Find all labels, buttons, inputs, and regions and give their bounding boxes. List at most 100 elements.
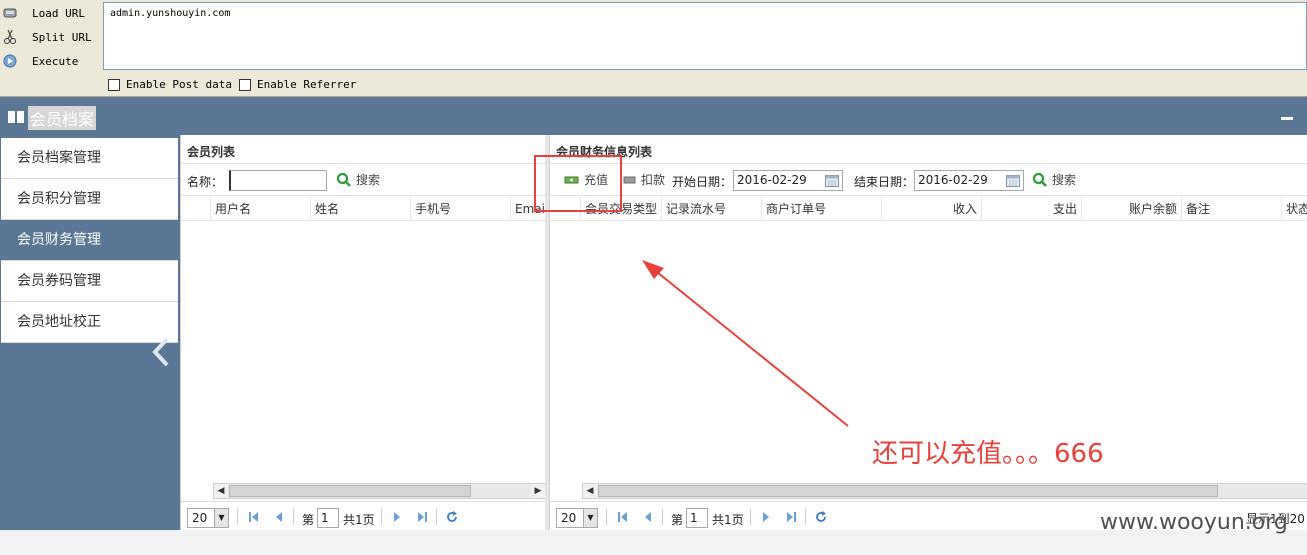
scroll-thumb[interactable] xyxy=(598,485,1218,497)
enable-post-checkbox[interactable]: Enable Post data xyxy=(108,78,232,91)
column-name[interactable]: 姓名 xyxy=(311,197,411,221)
finance-grid-hscrollbar[interactable]: ◀ xyxy=(582,483,1307,499)
enable-post-label: Enable Post data xyxy=(126,78,232,91)
finance-grid-header: 会员交易类型 记录流水号 商户订单号 收入 支出 账户余额 备注 状态 xyxy=(550,197,1307,221)
start-date-label: 开始日期： xyxy=(672,175,733,189)
scroll-left-icon[interactable]: ◀ xyxy=(583,484,597,498)
end-date-value: 2016-02-29 xyxy=(918,173,988,187)
sidebar-item-member-points[interactable]: 会员积分管理 xyxy=(1,179,178,220)
finance-search-button[interactable]: 搜索 xyxy=(1032,171,1076,188)
first-page-icon[interactable] xyxy=(247,510,261,524)
member-list-toolbar: 名称： 搜索 xyxy=(181,163,547,196)
search-icon xyxy=(336,172,351,187)
deduct-button[interactable]: 扣款 xyxy=(623,171,665,188)
name-label: 名称： xyxy=(187,175,224,189)
page-total: 共1页 xyxy=(712,513,744,527)
member-search-button[interactable]: 搜索 xyxy=(336,171,380,188)
next-page-icon[interactable] xyxy=(759,510,773,524)
page-prefix: 第 xyxy=(671,513,684,527)
column-balance[interactable]: 账户余额 xyxy=(1082,197,1182,221)
last-page-icon[interactable] xyxy=(415,510,429,524)
start-date-input[interactable]: 2016-02-29 xyxy=(733,170,843,191)
pager-separator xyxy=(293,509,294,525)
split-url-label: Split URL xyxy=(32,30,92,44)
first-page-icon[interactable] xyxy=(616,510,630,524)
column-username[interactable]: 用户名 xyxy=(211,197,311,221)
column-expense[interactable]: 支出 xyxy=(982,197,1082,221)
book-icon xyxy=(8,110,24,127)
member-list-panel: 会员列表 名称： 搜索 用户名 姓名 手机号 Email ◀ ▶ 20 ▼ 第 1… xyxy=(180,135,548,530)
deduct-label: 扣款 xyxy=(641,173,666,187)
finance-search-label: 搜索 xyxy=(1052,173,1077,187)
calendar-icon[interactable] xyxy=(1006,174,1020,190)
scroll-thumb[interactable] xyxy=(229,485,471,497)
column-income[interactable]: 收入 xyxy=(882,197,982,221)
pager-separator xyxy=(436,509,437,525)
enable-referrer-checkbox[interactable]: Enable Referrer xyxy=(239,78,356,91)
page-size-value: 20 xyxy=(192,511,208,525)
page-size-value: 20 xyxy=(561,511,577,525)
annotation-text: 还可以充值。。。666 xyxy=(872,439,1104,469)
load-url-label: Load URL xyxy=(32,6,85,20)
sidebar-item-member-coupons[interactable]: 会员券码管理 xyxy=(1,261,178,302)
execute-label: Execute xyxy=(32,54,79,68)
prev-page-icon[interactable] xyxy=(641,510,655,524)
annotation-highlight-box xyxy=(534,155,622,212)
checkbox-box[interactable] xyxy=(239,78,251,91)
play-icon xyxy=(2,53,18,69)
prev-page-icon[interactable] xyxy=(272,510,286,524)
next-page-icon[interactable] xyxy=(390,510,404,524)
checkbox-box[interactable] xyxy=(108,78,120,91)
split-url-button[interactable]: Split URL xyxy=(2,26,98,48)
chevron-down-icon[interactable]: ▼ xyxy=(214,509,228,527)
pager-separator xyxy=(381,509,382,525)
refresh-icon[interactable] xyxy=(814,510,828,524)
pager-separator xyxy=(805,509,806,525)
hackbar: Load URL Split URL Execute admin.yunshou… xyxy=(0,0,1307,97)
column-serial-number[interactable]: 记录流水号 xyxy=(662,197,762,221)
load-url-button[interactable]: Load URL xyxy=(2,2,98,24)
column-phone[interactable]: 手机号 xyxy=(411,197,511,221)
url-textarea[interactable]: admin.yunshouyin.com xyxy=(103,2,1307,70)
sidebar-item-member-finance[interactable]: 会员财务管理 xyxy=(1,220,178,261)
member-list-title: 会员列表 xyxy=(187,145,236,159)
chevron-down-icon[interactable]: ▼ xyxy=(583,509,597,527)
page-size-select[interactable]: 20 ▼ xyxy=(556,508,598,528)
page-title-text: 会员档案 xyxy=(28,106,97,130)
column-remark[interactable]: 备注 xyxy=(1182,197,1282,221)
column-status[interactable]: 状态 xyxy=(1282,197,1307,221)
scroll-right-icon[interactable]: ▶ xyxy=(531,484,545,498)
last-page-icon[interactable] xyxy=(784,510,798,524)
load-url-icon xyxy=(2,5,18,21)
name-search-input[interactable] xyxy=(229,170,327,191)
minimize-button[interactable] xyxy=(1281,117,1293,120)
member-grid-hscrollbar[interactable]: ◀ ▶ xyxy=(213,483,546,499)
watermark: www.wooyun.org xyxy=(1100,510,1288,535)
app-header: 会员档案 xyxy=(0,97,1307,135)
deduct-icon xyxy=(623,176,636,183)
member-grid-pager: 20 ▼ 第 1 共1页 xyxy=(181,501,547,530)
execute-button[interactable]: Execute xyxy=(2,50,98,72)
finance-toolbar: 充值 扣款 开始日期： 2016-02-29 结束日期： 2016-02-29 … xyxy=(550,163,1307,196)
collapse-sidebar-icon[interactable] xyxy=(150,335,172,369)
pager-separator xyxy=(750,509,751,525)
pager-separator xyxy=(606,509,607,525)
enable-referrer-label: Enable Referrer xyxy=(257,78,357,91)
sidebar-item-member-archive[interactable]: 会员档案管理 xyxy=(1,138,178,179)
row-number-column xyxy=(181,197,211,221)
page-size-select[interactable]: 20 ▼ xyxy=(187,508,229,528)
page-total: 共1页 xyxy=(343,513,375,527)
member-finance-panel: 会员财务信息列表 充值 扣款 开始日期： 2016-02-29 结束日期： 20… xyxy=(549,135,1307,530)
scissors-icon xyxy=(2,29,18,45)
end-date-input[interactable]: 2016-02-29 xyxy=(914,170,1024,191)
page-number-input[interactable]: 1 xyxy=(317,508,339,528)
pager-separator xyxy=(662,509,663,525)
page-title: 会员档案 xyxy=(8,106,97,130)
refresh-icon[interactable] xyxy=(445,510,459,524)
column-merchant-order[interactable]: 商户订单号 xyxy=(762,197,882,221)
page-number-input[interactable]: 1 xyxy=(686,508,708,528)
page-prefix: 第 xyxy=(302,513,315,527)
pager-separator xyxy=(237,509,238,525)
scroll-left-icon[interactable]: ◀ xyxy=(214,484,228,498)
calendar-icon[interactable] xyxy=(825,174,839,190)
